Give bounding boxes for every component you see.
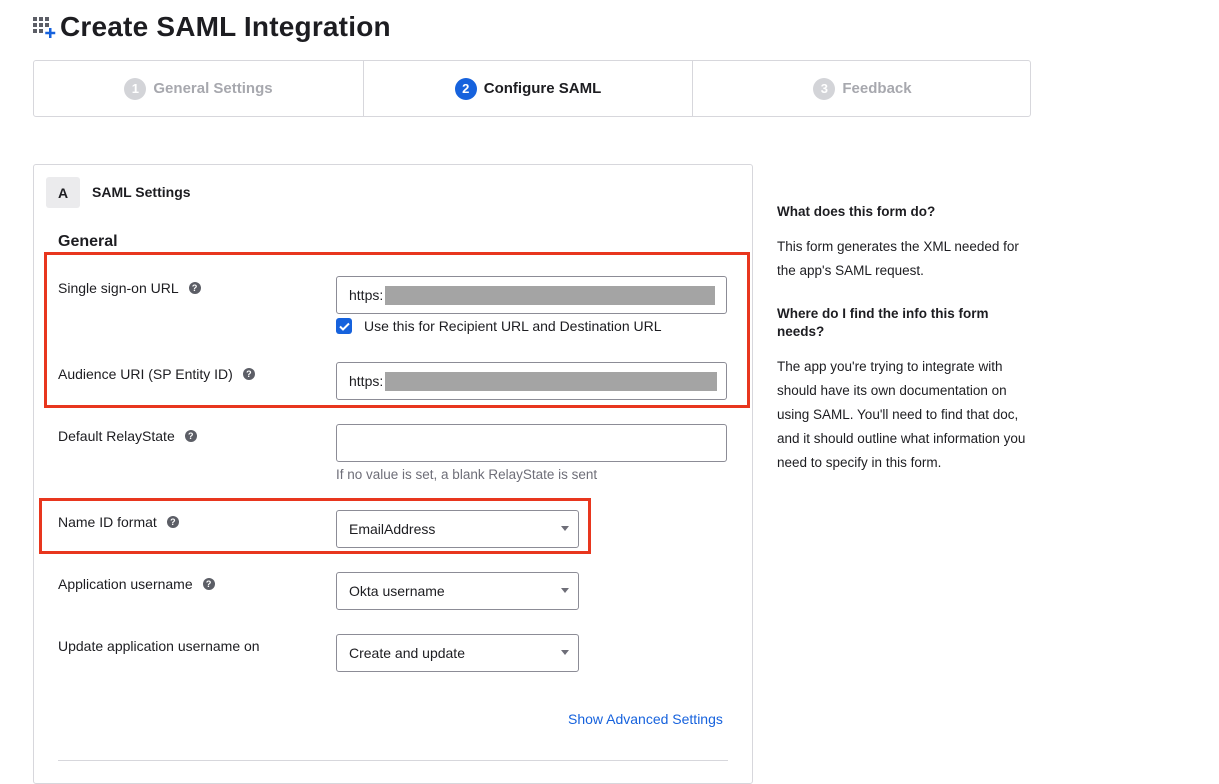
name-id-format-select[interactable]: EmailAddress [336,510,579,548]
wizard-steps: 1 General Settings 2 Configure SAML 3 Fe… [33,60,1031,117]
update-username-value: Create and update [349,645,465,661]
saml-settings-panel: A SAML Settings General Single sign-on U… [33,164,753,784]
sso-url-label: Single sign-on URL ? [58,280,201,296]
checkbox-checked-icon[interactable] [336,318,352,334]
section-badge: A [46,177,80,208]
help-question: What does this form do? [777,204,936,219]
step-number: 3 [813,77,836,100]
caret-down-icon [561,588,569,593]
help-sidebar: What does this form do? This form genera… [777,203,1032,497]
audience-uri-label: Audience URI (SP Entity ID) ? [58,366,255,382]
app-username-label-text: Application username [58,576,193,592]
audience-uri-value: https: [349,373,384,389]
name-id-format-value: EmailAddress [349,521,436,537]
help-icon[interactable]: ? [184,430,197,442]
name-id-format-label-text: Name ID format [58,514,157,530]
recipient-url-checkbox-row[interactable]: Use this for Recipient URL and Destinati… [336,318,662,334]
section-title: SAML Settings [92,184,191,200]
caret-down-icon [561,650,569,655]
sso-url-label-text: Single sign-on URL [58,280,179,296]
relay-state-label-text: Default RelayState [58,428,175,444]
help-answer: The app you're trying to integrate with … [777,359,1026,470]
relay-state-input[interactable] [336,424,727,462]
name-id-format-label: Name ID format ? [58,514,179,530]
help-icon[interactable]: ? [202,578,215,590]
app-username-label: Application username ? [58,576,215,592]
caret-down-icon [561,526,569,531]
help-question: Where do I find the info this form needs… [777,306,989,339]
relay-state-label: Default RelayState ? [58,428,197,444]
wizard-step-configure-saml[interactable]: 2 Configure SAML [363,61,692,116]
help-icon[interactable]: ? [242,368,255,380]
help-answer: This form generates the XML needed for t… [777,239,1019,278]
page-title: Create SAML Integration [60,11,391,42]
relay-state-hint: If no value is set, a blank RelayState i… [336,467,598,482]
redacted-block [385,371,718,391]
sso-url-value: https: [349,287,384,303]
help-icon[interactable]: ? [166,516,179,528]
update-username-label-text: Update application username on [58,638,260,654]
step-label: General Settings [153,80,273,97]
audience-uri-input[interactable]: https: [336,362,727,400]
recipient-url-checkbox-label: Use this for Recipient URL and Destinati… [364,318,662,334]
step-label: Configure SAML [483,80,602,97]
redacted-block [385,285,716,305]
app-username-value: Okta username [349,583,445,599]
app-username-select[interactable]: Okta username [336,572,579,610]
update-username-select[interactable]: Create and update [336,634,579,672]
wizard-step-feedback[interactable]: 3 Feedback [692,61,1032,116]
update-username-label: Update application username on [58,638,260,654]
group-title: General [58,233,118,250]
step-label: Feedback [842,80,912,97]
show-advanced-settings-link[interactable]: Show Advanced Settings [568,711,723,727]
audience-uri-label-text: Audience URI (SP Entity ID) [58,366,233,382]
step-number: 1 [124,77,147,100]
help-icon[interactable]: ? [188,282,201,294]
sso-url-input[interactable]: https: [336,276,727,314]
page-header: Create SAML Integration [32,10,391,44]
app-grid-add-icon [32,14,58,40]
wizard-step-general-settings[interactable]: 1 General Settings [34,61,363,116]
step-number: 2 [454,77,477,100]
